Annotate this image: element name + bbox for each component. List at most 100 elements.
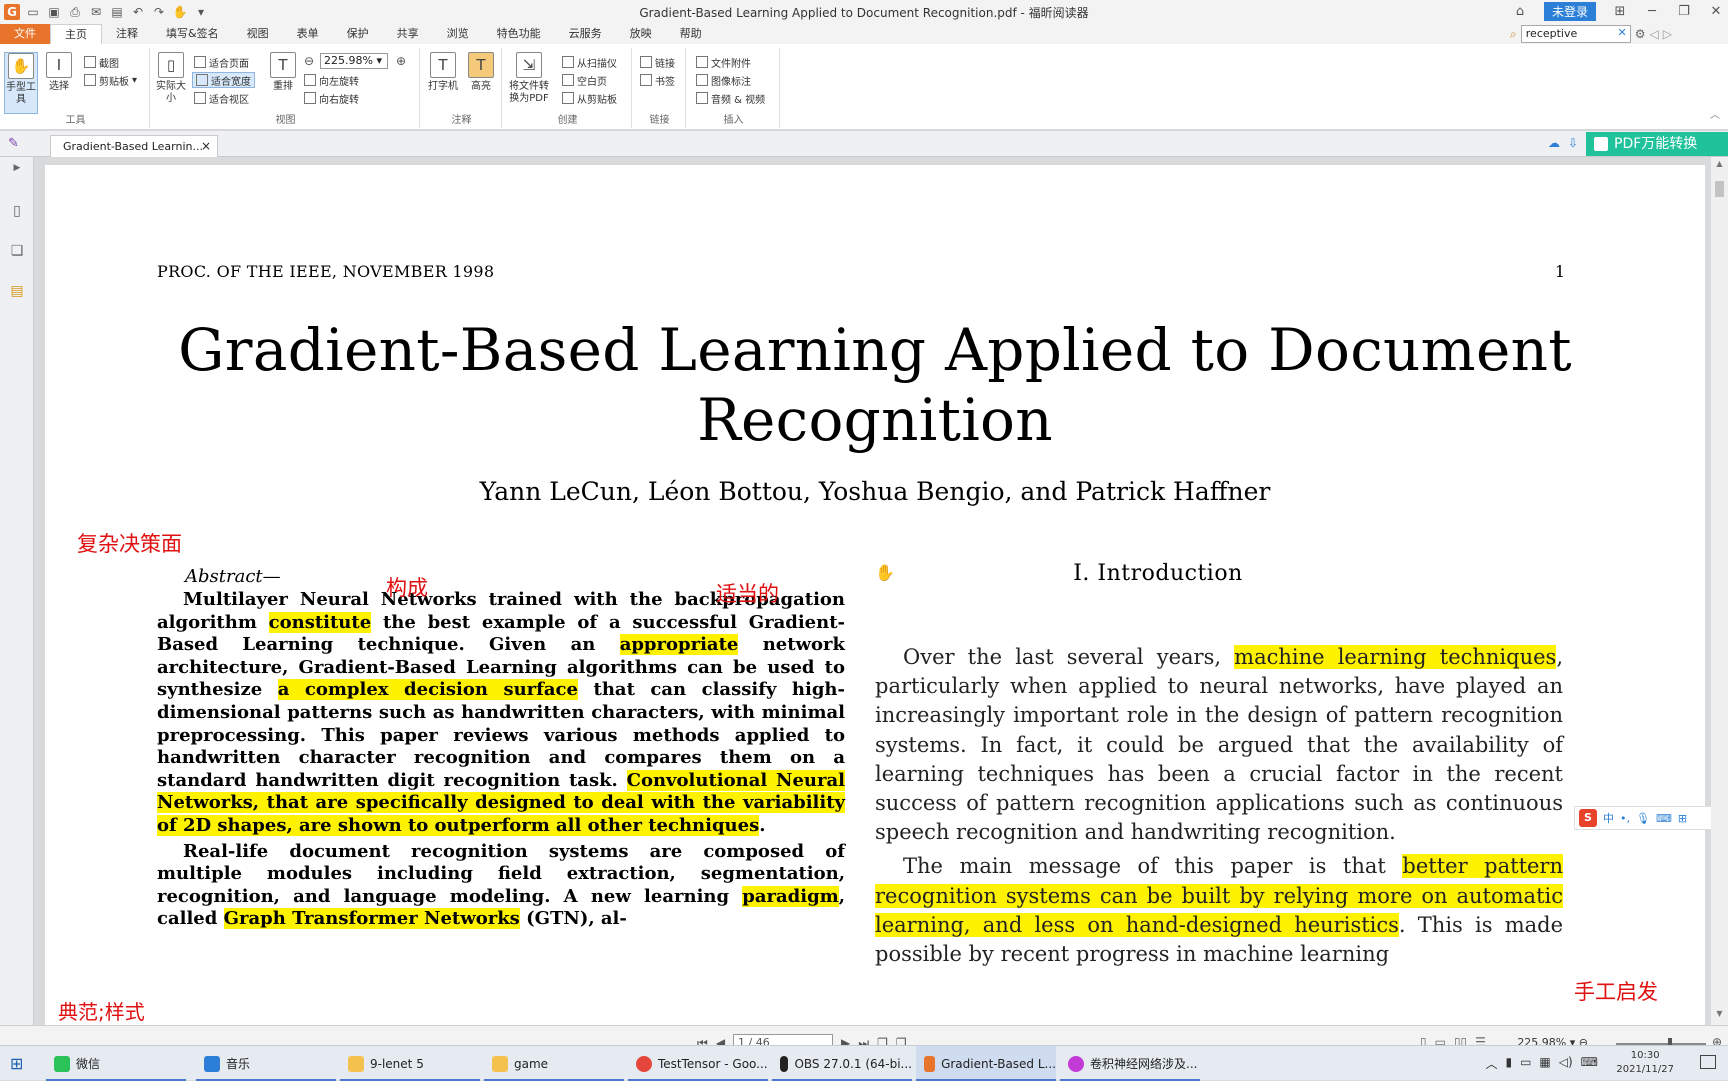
comments-panel-icon[interactable]: ▤ (8, 283, 26, 301)
file-attachment-button[interactable]: 文件附件 (696, 54, 751, 70)
document-tab[interactable]: Gradient-Based Learnin... × (50, 135, 218, 157)
pages-panel-icon[interactable]: ❏ (8, 243, 26, 261)
login-button[interactable]: 未登录 (1543, 2, 1596, 21)
scroll-down-icon[interactable]: ▼ (1711, 1009, 1728, 1023)
ime-toolbar[interactable]: S 中 •, 🎙 ⌨ ⊞ (1574, 806, 1712, 830)
cloud-icon[interactable]: ☁ (1548, 136, 1560, 150)
close-button[interactable]: ✕ (1708, 4, 1724, 19)
clock[interactable]: 10:30 2021/11/27 (1616, 1049, 1674, 1077)
ime-mode-label[interactable]: 中 (1603, 810, 1614, 826)
document-viewport[interactable]: PROC. OF THE IEEE, NOVEMBER 1998 1 Gradi… (35, 157, 1711, 1025)
tab-features[interactable]: 特色功能 (483, 24, 555, 44)
from-clipboard-button[interactable]: 从剪贴板 (562, 90, 617, 106)
reflow-button[interactable]: T 重排 (266, 52, 300, 93)
clipboard-button[interactable]: 剪贴板 ▾ (84, 72, 137, 88)
pdf-convert-button[interactable]: PDF万能转换 (1586, 132, 1728, 156)
bookmark-button[interactable]: 书签 (640, 72, 675, 88)
taskbar-item-folder-game[interactable]: game (484, 1046, 624, 1081)
from-scanner-button[interactable]: 从扫描仪 (562, 54, 617, 70)
taskbar-item-chrome[interactable]: TestTensor - Goo... (628, 1046, 768, 1081)
microphone-icon[interactable]: 🎙 (1636, 812, 1650, 825)
highlight-annotation[interactable]: appropriate (619, 634, 739, 656)
typewriter-note[interactable]: 适当的 (716, 578, 779, 608)
typewriter-note[interactable]: 典范;样式 (58, 996, 145, 1025)
search-input[interactable]: receptive ✕ (1520, 25, 1631, 43)
convert-to-pdf-button[interactable]: ⇲ 将文件转换为PDF (508, 52, 550, 105)
typewriter-note[interactable]: 手工启发 (1574, 976, 1658, 1006)
tab-share[interactable]: 共享 (383, 24, 433, 44)
vertical-scrollbar[interactable]: ▲ ▼ (1711, 157, 1728, 1025)
tray-usb-icon[interactable]: ▮ (1505, 1055, 1512, 1072)
keyboard-icon[interactable]: ⌨ (1656, 812, 1672, 825)
typewriter-note[interactable]: 复杂决策面 (77, 528, 182, 558)
maximize-button[interactable]: ❐ (1676, 4, 1692, 19)
typewriter-note[interactable]: 构成 (386, 572, 428, 602)
scanner-icon (562, 56, 574, 68)
zoom-input[interactable]: 225.98% ▾ (320, 53, 388, 69)
network-icon[interactable]: ▦ (1539, 1055, 1550, 1072)
grid-icon[interactable]: ⊞ (1612, 4, 1628, 19)
clear-search-icon[interactable]: ✕ (1618, 26, 1627, 39)
tab-cloud[interactable]: 云服务 (555, 24, 616, 44)
taskbar-item-folder-lenet[interactable]: 9-lenet 5 (340, 1046, 480, 1081)
tab-protect[interactable]: 保护 (333, 24, 383, 44)
notification-center-icon[interactable] (1700, 1055, 1716, 1069)
bookmarks-panel-icon[interactable]: ▯ (8, 203, 26, 221)
link-button[interactable]: 链接 (640, 54, 675, 70)
scroll-thumb[interactable] (1715, 181, 1724, 197)
snapshot-button[interactable]: 截图 (84, 54, 119, 70)
highlight-annotation[interactable]: paradigm (742, 885, 839, 907)
search-icon[interactable]: ⌕ (1510, 27, 1517, 42)
highlight-button[interactable]: T 高亮 (464, 52, 498, 93)
image-annotation-button[interactable]: 图像标注 (696, 72, 751, 88)
apps-icon[interactable]: ⊞ (1678, 812, 1687, 825)
audio-video-button[interactable]: 音频 & 视频 (696, 90, 765, 106)
collapse-ribbon-icon[interactable]: ︿ (1710, 106, 1720, 121)
tab-fill-sign[interactable]: 填写&签名 (152, 24, 233, 44)
windows-start-icon[interactable]: ⊞ (10, 1054, 28, 1073)
download-icon[interactable]: ⇩ (1568, 136, 1578, 150)
restore-view-icon[interactable]: ⌂ (1512, 4, 1528, 19)
close-tab-icon[interactable]: × (201, 139, 211, 153)
highlight-annotation[interactable]: a complex decision surface (277, 679, 578, 701)
taskbar-item-browser[interactable]: 卷积神经网络涉及... (1060, 1046, 1200, 1081)
tab-comment[interactable]: 注释 (102, 24, 152, 44)
select-tool-button[interactable]: I 选择 (42, 52, 76, 93)
tab-view[interactable]: 视图 (233, 24, 283, 44)
scroll-up-icon[interactable]: ▲ (1711, 159, 1728, 173)
taskbar-item-music[interactable]: 音乐 (196, 1046, 336, 1081)
blank-page-button[interactable]: 空白页 (562, 72, 607, 88)
back-icon[interactable]: ◁ (1650, 27, 1659, 41)
taskbar-item-wechat[interactable]: 微信 (46, 1046, 186, 1081)
fit-width-button[interactable]: 适合宽度 (192, 72, 255, 88)
taskbar-item-obs[interactable]: OBS 27.0.1 (64-bi... (772, 1046, 912, 1081)
rotate-right-button[interactable]: 向右旋转 (304, 90, 359, 106)
input-method-icon[interactable]: ⌨ (1581, 1055, 1598, 1072)
settings-icon[interactable]: ⚙ (1635, 27, 1646, 41)
expand-panel-icon[interactable]: ▶ (8, 163, 26, 181)
zoom-in-icon[interactable]: ⊕ (396, 54, 406, 68)
tab-form[interactable]: 表单 (283, 24, 333, 44)
tab-slideshow[interactable]: 放映 (616, 24, 666, 44)
rotate-left-button[interactable]: 向左旋转 (304, 72, 359, 88)
tab-home[interactable]: 主页 (50, 24, 102, 44)
forward-icon[interactable]: ▷ (1663, 27, 1672, 41)
taskbar-item-foxit[interactable]: Gradient-Based L... (916, 1046, 1056, 1081)
highlight-annotation[interactable]: Graph Transformer Networks (223, 908, 520, 930)
fit-visible-button[interactable]: 适合视区 (194, 90, 249, 106)
highlight-annotation[interactable]: constitute (268, 611, 372, 633)
minimize-button[interactable]: ─ (1644, 4, 1660, 19)
punctuation-icon[interactable]: •, (1620, 812, 1630, 825)
actual-size-button[interactable]: ▯ 实际大小 (154, 52, 188, 105)
volume-icon[interactable]: ◁) (1559, 1055, 1573, 1072)
battery-icon[interactable]: ▭ (1520, 1055, 1531, 1072)
sign-icon[interactable]: ✎ (8, 136, 19, 151)
file-menu[interactable]: 文件 (0, 24, 50, 44)
tab-help[interactable]: 帮助 (666, 24, 716, 44)
tray-expand-icon[interactable]: ︿ (1485, 1055, 1497, 1072)
typewriter-button[interactable]: T 打字机 (426, 52, 460, 93)
fit-page-button[interactable]: 适合页面 (194, 54, 249, 70)
tab-browse[interactable]: 浏览 (433, 24, 483, 44)
hand-tool-button[interactable]: ✋ 手型工具 (4, 52, 38, 114)
zoom-out-icon[interactable]: ⊖ (304, 54, 314, 68)
